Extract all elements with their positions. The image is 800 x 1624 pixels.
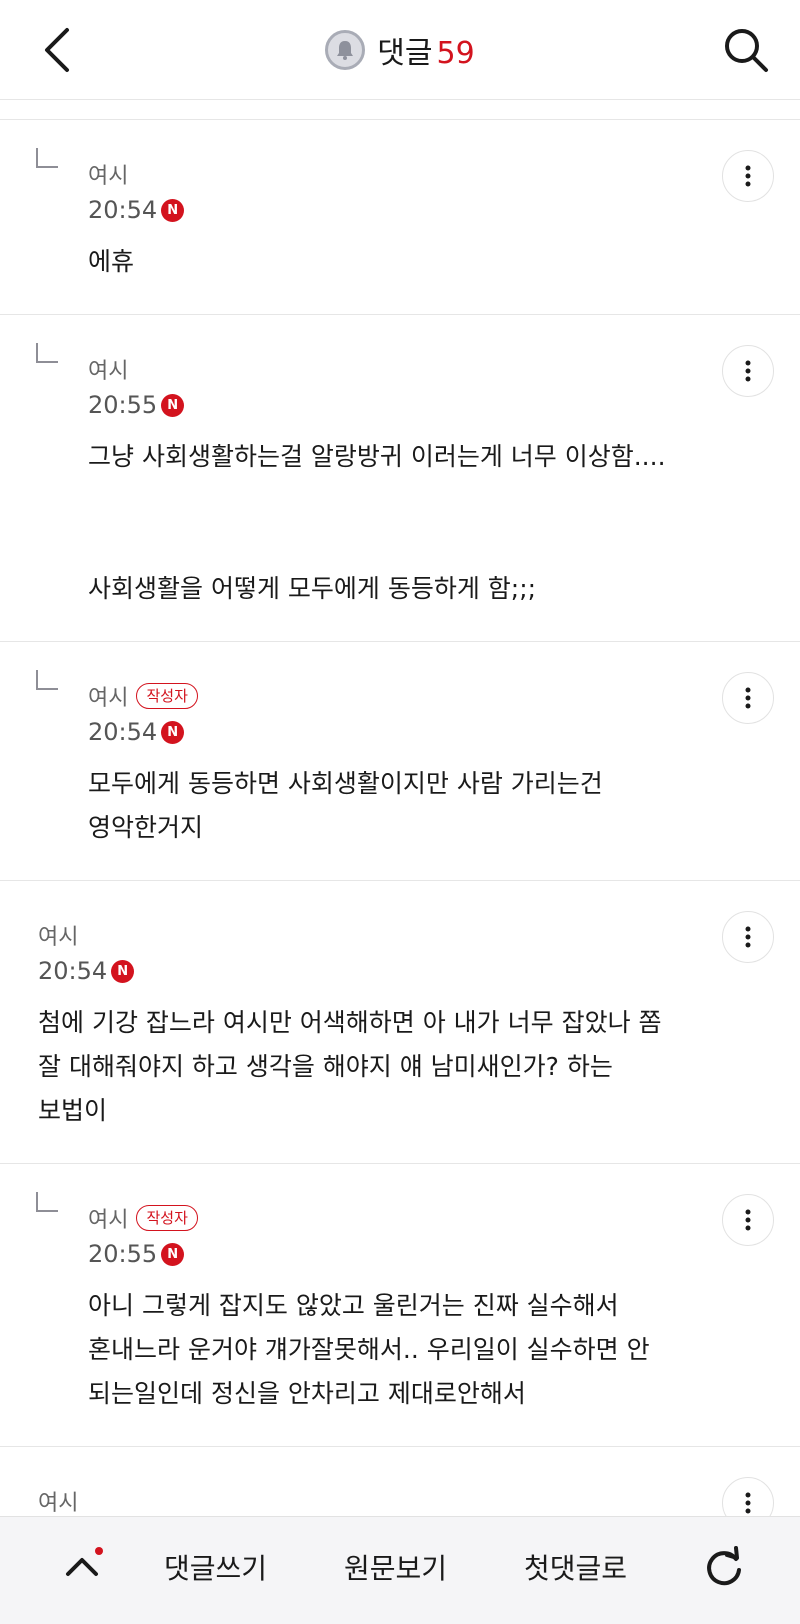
comment-line: 보법이 bbox=[38, 1096, 108, 1125]
comment-author: 여시 bbox=[88, 686, 129, 711]
more-options-button[interactable] bbox=[722, 911, 774, 963]
list-spacer bbox=[0, 100, 800, 120]
comment-time: 20:54 bbox=[88, 196, 158, 224]
comment-body: 여시 작성자 20:54 N 모두에게 동등하면 사회생활이지만 사람 가리는건영악한거… bbox=[0, 642, 800, 880]
comment-body: 여시 20:54 N 첨에 기강 잡느라 여시만 어색해하면 아 내가 너무 잡았나 … bbox=[0, 881, 800, 1163]
more-vertical-icon bbox=[745, 687, 751, 709]
refresh-button[interactable] bbox=[696, 1539, 752, 1595]
notification-dot bbox=[95, 1547, 103, 1555]
time-row: 20:55 N bbox=[88, 1236, 690, 1272]
comment-line bbox=[88, 523, 690, 567]
new-badge: N bbox=[161, 393, 185, 417]
more-options-button[interactable] bbox=[722, 1194, 774, 1246]
comment-count: 59 bbox=[436, 36, 475, 71]
comment-body: 여시 20:55 N 그냥 사회생활하는걸 알랑방귀 이러는게 너무 이상함.... 사… bbox=[0, 315, 800, 641]
time-row: 20:55 N bbox=[88, 387, 690, 423]
refresh-icon bbox=[707, 1546, 741, 1586]
reply-arrow-icon bbox=[36, 343, 58, 363]
search-button[interactable] bbox=[718, 22, 774, 78]
bell-icon[interactable] bbox=[325, 30, 366, 70]
first-comment-button[interactable]: 첫댓글로 bbox=[524, 1547, 627, 1587]
comment-line bbox=[88, 479, 690, 523]
time-row: 20:54 N bbox=[38, 953, 690, 989]
new-badge: N bbox=[161, 198, 185, 222]
author-row: 여시 bbox=[38, 1485, 690, 1516]
comment-line: 사회생활을 어떻게 모두에게 동등하게 함;;; bbox=[88, 574, 537, 603]
new-badge: N bbox=[161, 1242, 185, 1266]
author-row: 여시 작성자 bbox=[88, 1202, 690, 1234]
comment-author: 여시 bbox=[88, 164, 129, 189]
reply-arrow-icon bbox=[36, 1192, 58, 1212]
comment-line: 첨에 기강 잡느라 여시만 어색해하면 아 내가 너무 잡았나 쫌 bbox=[38, 1008, 662, 1037]
comment-line: 혼내느라 운거야 걔가잘못해서.. 우리일이 실수하면 안 bbox=[88, 1335, 650, 1364]
title-text: 댓글 59 bbox=[377, 28, 474, 72]
comment-text: 그냥 사회생활하는걸 알랑방귀 이러는게 너무 이상함.... 사회생활을 어떻게… bbox=[88, 435, 690, 611]
comment-text: 아니 그렇게 잡지도 않았고 울린거는 진짜 실수해서혼내느라 운거야 걔가잘못… bbox=[88, 1284, 690, 1416]
time-row: 20:54 N bbox=[88, 714, 690, 750]
comment-item: 여시 20:54 N 첨에 기강 잡느라 여시만 어색해하면 아 내가 너무 잡았나 … bbox=[0, 881, 800, 1164]
comment-item: 여시 작성자 20:55 N 아니 그렇게 잡지도 않았고 울린거는 진짜 실수해서혼내… bbox=[0, 1164, 800, 1447]
top-bar: 댓글 59 bbox=[0, 0, 800, 100]
author-badge: 작성자 bbox=[136, 1205, 198, 1231]
comment-line: 그냥 사회생활하는걸 알랑방귀 이러는게 너무 이상함.... bbox=[88, 442, 666, 471]
scroll-top-button[interactable] bbox=[52, 1537, 112, 1597]
reply-arrow-icon bbox=[36, 670, 58, 690]
title-label: 댓글 bbox=[377, 36, 433, 71]
chevron-up-icon bbox=[66, 1558, 98, 1576]
comment-text: 첨에 기강 잡느라 여시만 어색해하면 아 내가 너무 잡았나 쫌잘 대해줘야지… bbox=[38, 1001, 690, 1133]
more-vertical-icon bbox=[745, 360, 751, 382]
author-row: 여시 작성자 bbox=[88, 680, 690, 712]
comment-line: 에휴 bbox=[88, 247, 135, 276]
comment-text: 에휴 bbox=[88, 240, 690, 284]
comment-line: 잘 대해줘야지 하고 생각을 해야지 얘 남미새인가? 하는 bbox=[38, 1052, 613, 1081]
author-badge: 작성자 bbox=[136, 683, 198, 709]
write-comment-button[interactable]: 댓글쓰기 bbox=[164, 1547, 267, 1587]
author-row: 여시 bbox=[88, 158, 690, 190]
more-vertical-icon bbox=[745, 1492, 751, 1514]
comment-line: 되는일인데 정신을 안차리고 제대로안해서 bbox=[88, 1379, 526, 1408]
view-original-button[interactable]: 원문보기 bbox=[344, 1547, 447, 1587]
page-title: 댓글 59 bbox=[0, 28, 800, 72]
comment-body: 여시20:54N bbox=[0, 1447, 800, 1516]
more-options-button[interactable] bbox=[722, 672, 774, 724]
comment-item: 여시 20:54 N 에휴 bbox=[0, 120, 800, 315]
more-options-button[interactable] bbox=[722, 150, 774, 202]
bottom-bar: 댓글쓰기 원문보기 첫댓글로 bbox=[0, 1516, 800, 1624]
comment-time: 20:54 bbox=[38, 957, 108, 985]
comment-text: 모두에게 동등하면 사회생활이지만 사람 가리는건영악한거지 bbox=[88, 762, 690, 850]
more-vertical-icon bbox=[745, 1209, 751, 1231]
comment-time: 20:55 bbox=[88, 391, 158, 419]
author-row: 여시 bbox=[88, 353, 690, 385]
author-row: 여시 bbox=[38, 919, 690, 951]
comment-item: 여시 작성자 20:54 N 모두에게 동등하면 사회생활이지만 사람 가리는건영악한거… bbox=[0, 642, 800, 881]
comment-time: 20:54 bbox=[88, 718, 158, 746]
comment-author: 여시 bbox=[88, 1208, 129, 1233]
comment-line: 영악한거지 bbox=[88, 813, 204, 842]
comment-author: 여시 bbox=[38, 1491, 79, 1516]
more-vertical-icon bbox=[745, 165, 751, 187]
comment-item: 여시20:54N bbox=[0, 1447, 800, 1516]
comment-author: 여시 bbox=[38, 925, 79, 950]
new-badge: N bbox=[111, 959, 135, 983]
new-badge: N bbox=[161, 720, 185, 744]
comment-body: 여시 작성자 20:55 N 아니 그렇게 잡지도 않았고 울린거는 진짜 실수해서혼내… bbox=[0, 1164, 800, 1446]
comment-body: 여시 20:54 N 에휴 bbox=[0, 120, 800, 314]
comment-line: 아니 그렇게 잡지도 않았고 울린거는 진짜 실수해서 bbox=[88, 1291, 619, 1320]
more-options-button[interactable] bbox=[722, 345, 774, 397]
comment-author: 여시 bbox=[88, 359, 129, 384]
comment-list[interactable]: 여시 20:54 N 에휴 여시 20:55 N 그냥 사회생활하는걸 알랑방귀 이러는게 너… bbox=[0, 100, 800, 1516]
comment-line: 모두에게 동등하면 사회생활이지만 사람 가리는건 bbox=[88, 769, 603, 798]
comment-time: 20:55 bbox=[88, 1240, 158, 1268]
more-vertical-icon bbox=[745, 926, 751, 948]
comment-item: 여시 20:55 N 그냥 사회생활하는걸 알랑방귀 이러는게 너무 이상함.... 사… bbox=[0, 315, 800, 642]
reply-arrow-icon bbox=[36, 148, 58, 168]
search-icon bbox=[725, 29, 768, 72]
time-row: 20:54 N bbox=[88, 192, 690, 228]
